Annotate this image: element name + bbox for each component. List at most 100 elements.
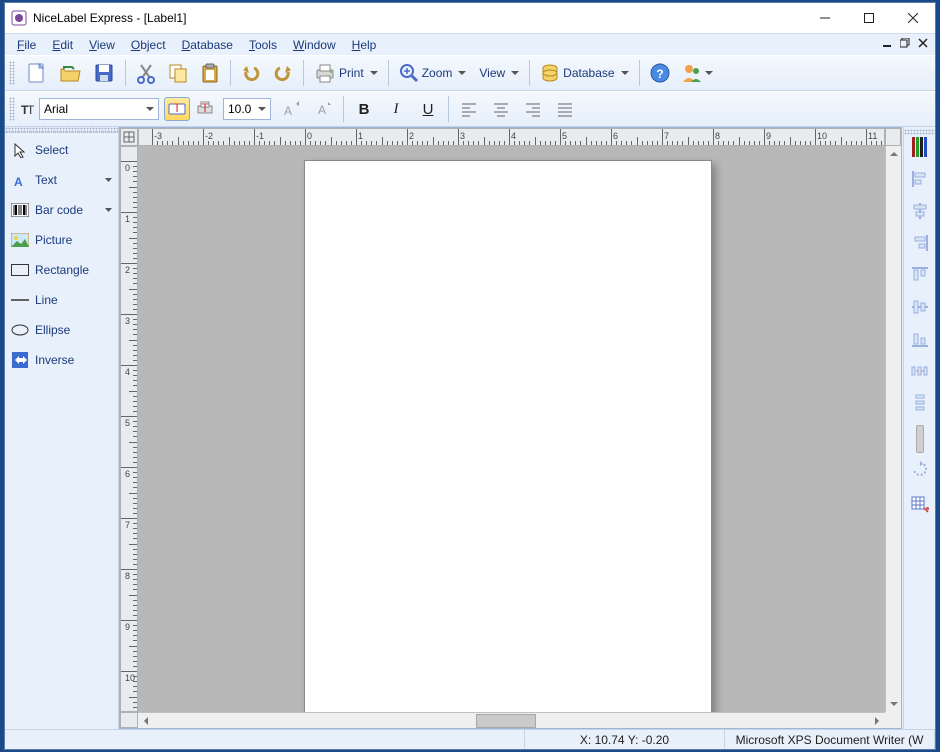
mdi-minimize-icon[interactable] (879, 35, 895, 51)
tool-label: Ellipse (35, 323, 70, 337)
database-label: Database (561, 66, 618, 80)
align-left-button[interactable] (454, 94, 484, 124)
menu-view[interactable]: View (81, 36, 123, 54)
maximize-button[interactable] (847, 4, 891, 32)
tool-ellipse[interactable]: Ellipse (5, 315, 118, 345)
align-center-button[interactable] (486, 94, 516, 124)
tool-select[interactable]: Select (5, 135, 118, 165)
scroll-track[interactable] (886, 162, 901, 696)
toolbox-grip[interactable] (5, 127, 118, 133)
align-options-button[interactable] (907, 492, 933, 518)
align-justify-button[interactable] (550, 94, 580, 124)
ruler-origin-button[interactable] (120, 128, 138, 146)
database-button[interactable]: Database (535, 58, 633, 88)
zoom-button[interactable]: Zoom (394, 58, 472, 88)
save-button[interactable] (88, 58, 120, 88)
line-icon (11, 291, 29, 309)
align-right-edges-button[interactable] (907, 230, 933, 256)
font-name-combo[interactable]: Arial (39, 98, 159, 120)
ruler-horizontal[interactable]: -3-2-10123456789101112 (138, 128, 885, 146)
scroll-right-button[interactable] (869, 713, 885, 729)
scroll-up-button[interactable] (886, 146, 902, 162)
menu-window[interactable]: Window (285, 36, 344, 54)
print-button[interactable]: Print (309, 58, 383, 88)
align-grip[interactable] (904, 129, 935, 135)
chevron-down-icon (105, 207, 112, 214)
align-left-edges-button[interactable] (907, 166, 933, 192)
distribute-v-button[interactable] (907, 390, 933, 416)
tool-barcode[interactable]: Bar code (5, 195, 118, 225)
status-coords: X: 10.74 Y: -0.20 (525, 730, 725, 749)
minimize-button[interactable] (803, 4, 847, 32)
chevron-down-icon (146, 105, 154, 113)
toolbar-grip[interactable] (9, 61, 15, 85)
font-size-combo[interactable]: 10.0 (223, 98, 271, 120)
label-page[interactable] (304, 160, 712, 712)
tool-line[interactable]: Line (5, 285, 118, 315)
scroll-thumb[interactable] (476, 714, 536, 728)
open-button[interactable] (54, 58, 86, 88)
align-right-button[interactable] (518, 94, 548, 124)
cut-button[interactable] (131, 58, 161, 88)
new-button[interactable] (20, 58, 52, 88)
rotate-button[interactable] (907, 456, 933, 482)
menu-help[interactable]: Help (344, 36, 385, 54)
align-middle-v-button[interactable] (907, 294, 933, 320)
tool-label: Text (35, 173, 57, 187)
ruler-top-row: -3-2-10123456789101112 (120, 128, 901, 146)
scrollbar-vertical[interactable] (885, 146, 901, 712)
ellipse-icon (11, 321, 29, 339)
scroll-track[interactable] (154, 713, 869, 729)
tool-label: Picture (35, 233, 72, 247)
align-panel (903, 127, 935, 729)
bold-button[interactable]: B (349, 94, 379, 124)
users-button[interactable] (677, 58, 718, 88)
printer-font-toggle[interactable]: T (192, 97, 218, 121)
italic-button[interactable]: I (381, 94, 411, 124)
font-grow-button[interactable]: A (276, 94, 306, 124)
view-label: View (477, 66, 509, 80)
align-top-edges-button[interactable] (907, 262, 933, 288)
tool-rectangle[interactable]: Rectangle (5, 255, 118, 285)
scroll-corner (885, 712, 901, 728)
chevron-down-icon (258, 105, 266, 113)
help-button[interactable]: ? (645, 58, 675, 88)
tool-label: Select (35, 143, 68, 157)
chevron-down-icon (621, 69, 630, 77)
mdi-restore-icon[interactable] (897, 35, 913, 51)
canvas-viewport[interactable] (138, 146, 885, 712)
undo-button[interactable] (236, 58, 266, 88)
scrollbar-horizontal[interactable] (138, 712, 885, 728)
align-center-h-button[interactable] (907, 198, 933, 224)
marker-blue-icon (924, 137, 927, 157)
svg-text:A: A (318, 103, 326, 117)
menu-file[interactable]: File (9, 36, 44, 54)
align-bottom-edges-button[interactable] (907, 326, 933, 352)
menu-object[interactable]: Object (123, 36, 174, 54)
underline-button[interactable]: U (413, 94, 443, 124)
scroll-left-button[interactable] (138, 713, 154, 729)
tool-text[interactable]: A Text (5, 165, 118, 195)
window-title: NiceLabel Express - [Label1] (33, 11, 803, 25)
screen-font-toggle[interactable]: T (164, 97, 190, 121)
canvas-area: -3-2-10123456789101112 01234567891011 (119, 127, 902, 729)
font-icon: TT (19, 101, 35, 117)
toolbar-separator (529, 60, 530, 86)
tool-picture[interactable]: Picture (5, 225, 118, 255)
tool-inverse[interactable]: Inverse (5, 345, 118, 375)
font-shrink-button[interactable]: A (308, 94, 338, 124)
toolbar-grip[interactable] (9, 97, 15, 121)
panel-splitter[interactable] (916, 425, 924, 453)
menu-edit[interactable]: Edit (44, 36, 81, 54)
close-button[interactable] (891, 4, 935, 32)
ruler-vertical[interactable]: 01234567891011 (120, 146, 138, 712)
menu-database[interactable]: Database (174, 36, 241, 54)
paste-button[interactable] (195, 58, 225, 88)
menu-tools[interactable]: Tools (241, 36, 285, 54)
redo-button[interactable] (268, 58, 298, 88)
scroll-down-button[interactable] (886, 696, 902, 712)
mdi-close-icon[interactable] (915, 35, 931, 51)
view-button[interactable]: View (473, 58, 524, 88)
copy-button[interactable] (163, 58, 193, 88)
distribute-h-button[interactable] (907, 358, 933, 384)
